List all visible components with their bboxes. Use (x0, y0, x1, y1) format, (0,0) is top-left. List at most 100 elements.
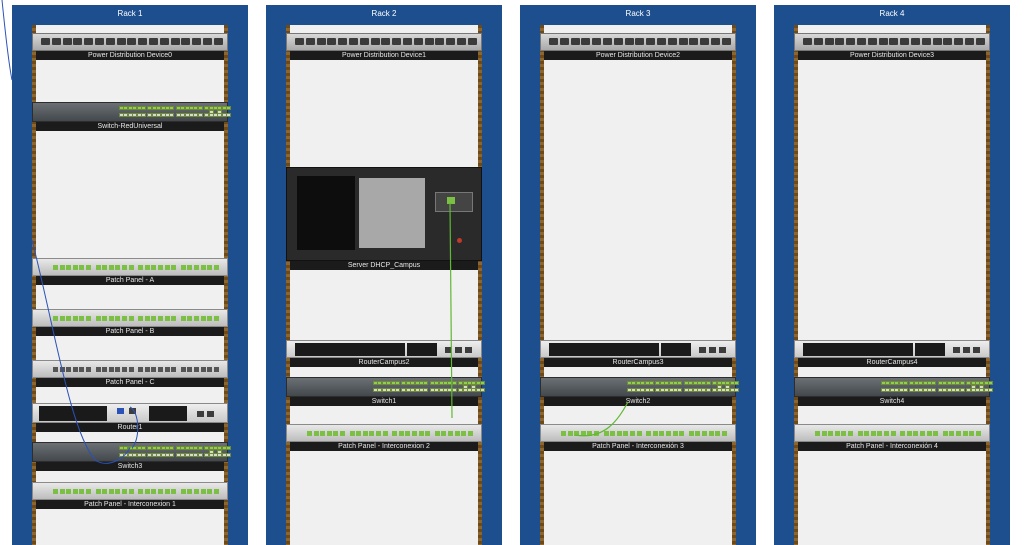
switch-port[interactable] (226, 453, 232, 457)
switch-port[interactable] (141, 106, 146, 110)
patch-jack[interactable] (688, 431, 694, 436)
patch-jack[interactable] (307, 431, 312, 436)
patch-jack[interactable] (115, 367, 121, 372)
router-device[interactable] (794, 340, 990, 358)
patch-jack[interactable] (86, 265, 91, 270)
switch-port[interactable] (734, 388, 740, 392)
patch-jack[interactable] (594, 431, 599, 436)
patch-jack[interactable] (72, 265, 78, 270)
uplink-port[interactable] (217, 450, 222, 454)
switch-port[interactable] (451, 381, 457, 385)
patch-jack[interactable] (567, 431, 573, 436)
patch-jack[interactable] (956, 431, 961, 436)
power-outlet[interactable] (327, 38, 337, 45)
patch-jack[interactable] (702, 431, 707, 436)
patch-jack[interactable] (115, 489, 121, 494)
switch-port[interactable] (169, 106, 175, 110)
power-outlet[interactable] (181, 38, 191, 45)
patch-jack[interactable] (841, 431, 847, 436)
power-outlet[interactable] (467, 38, 477, 45)
patch-jack[interactable] (194, 265, 199, 270)
patch-jack[interactable] (79, 367, 85, 372)
patch-jack[interactable] (144, 316, 150, 321)
power-outlet[interactable] (41, 38, 50, 45)
patch-jack[interactable] (151, 367, 157, 372)
router-port[interactable] (445, 347, 452, 353)
switch-port[interactable] (395, 388, 400, 392)
patch-jack[interactable] (926, 431, 932, 436)
switch-port[interactable] (141, 113, 146, 117)
patch-jack[interactable] (890, 431, 896, 436)
power-outlet[interactable] (95, 38, 104, 45)
patch-jack[interactable] (180, 489, 186, 494)
switch-device[interactable] (286, 377, 486, 397)
patch-jack[interactable] (561, 431, 566, 436)
patch-jack[interactable] (636, 431, 642, 436)
power-outlet[interactable] (581, 38, 591, 45)
patch-jack[interactable] (207, 489, 213, 494)
patch-jack[interactable] (313, 431, 319, 436)
patch-jack[interactable] (405, 431, 411, 436)
switch-port[interactable] (141, 453, 146, 457)
power-outlet[interactable] (678, 38, 688, 45)
patch-jack[interactable] (138, 265, 144, 270)
serial-port[interactable] (117, 408, 124, 414)
patch-panel-device[interactable] (32, 258, 228, 276)
power-outlet[interactable] (549, 38, 558, 45)
patch-jack[interactable] (158, 316, 163, 321)
patch-jack[interactable] (975, 431, 981, 436)
pdu-device[interactable] (540, 33, 736, 51)
pdu-device[interactable] (286, 33, 482, 51)
patch-jack[interactable] (672, 431, 678, 436)
patch-jack[interactable] (115, 316, 121, 321)
power-outlet[interactable] (954, 38, 964, 45)
power-outlet[interactable] (105, 38, 115, 45)
switch-port[interactable] (169, 446, 175, 450)
patch-jack[interactable] (144, 265, 150, 270)
router-port[interactable] (973, 347, 980, 353)
router-port[interactable] (963, 347, 970, 353)
patch-jack[interactable] (349, 431, 355, 436)
patch-jack[interactable] (138, 316, 144, 321)
switch-port[interactable] (677, 388, 683, 392)
patch-jack[interactable] (66, 489, 72, 494)
power-outlet[interactable] (592, 38, 602, 45)
switch-port[interactable] (649, 388, 654, 392)
patch-jack[interactable] (574, 431, 580, 436)
patch-jack[interactable] (708, 431, 714, 436)
patch-jack[interactable] (200, 489, 206, 494)
power-outlet[interactable] (943, 38, 953, 45)
router-port[interactable] (129, 408, 136, 414)
patch-jack[interactable] (834, 431, 840, 436)
patch-jack[interactable] (603, 431, 609, 436)
switch-port[interactable] (988, 381, 994, 385)
power-outlet[interactable] (559, 38, 569, 45)
patch-jack[interactable] (412, 431, 417, 436)
power-outlet[interactable] (646, 38, 656, 45)
power-outlet[interactable] (603, 38, 612, 45)
patch-jack[interactable] (122, 316, 127, 321)
power-outlet[interactable] (403, 38, 412, 45)
patch-jack[interactable] (171, 367, 177, 372)
uplink-port[interactable] (217, 110, 222, 114)
power-outlet[interactable] (911, 38, 920, 45)
patch-jack[interactable] (962, 431, 968, 436)
patch-jack[interactable] (59, 316, 65, 321)
switch-port[interactable] (169, 113, 175, 117)
patch-panel-device[interactable] (32, 360, 228, 378)
power-outlet[interactable] (295, 38, 304, 45)
power-outlet[interactable] (192, 38, 202, 45)
patch-jack[interactable] (79, 489, 85, 494)
patch-jack[interactable] (187, 489, 193, 494)
power-outlet[interactable] (446, 38, 456, 45)
patch-jack[interactable] (884, 431, 889, 436)
patch-jack[interactable] (652, 431, 658, 436)
power-outlet[interactable] (657, 38, 666, 45)
patch-jack[interactable] (128, 367, 134, 372)
switch-port[interactable] (931, 381, 937, 385)
patch-jack[interactable] (580, 431, 586, 436)
power-outlet[interactable] (370, 38, 380, 45)
patch-jack[interactable] (102, 265, 108, 270)
power-outlet[interactable] (624, 38, 634, 45)
switch-device[interactable] (32, 442, 232, 462)
